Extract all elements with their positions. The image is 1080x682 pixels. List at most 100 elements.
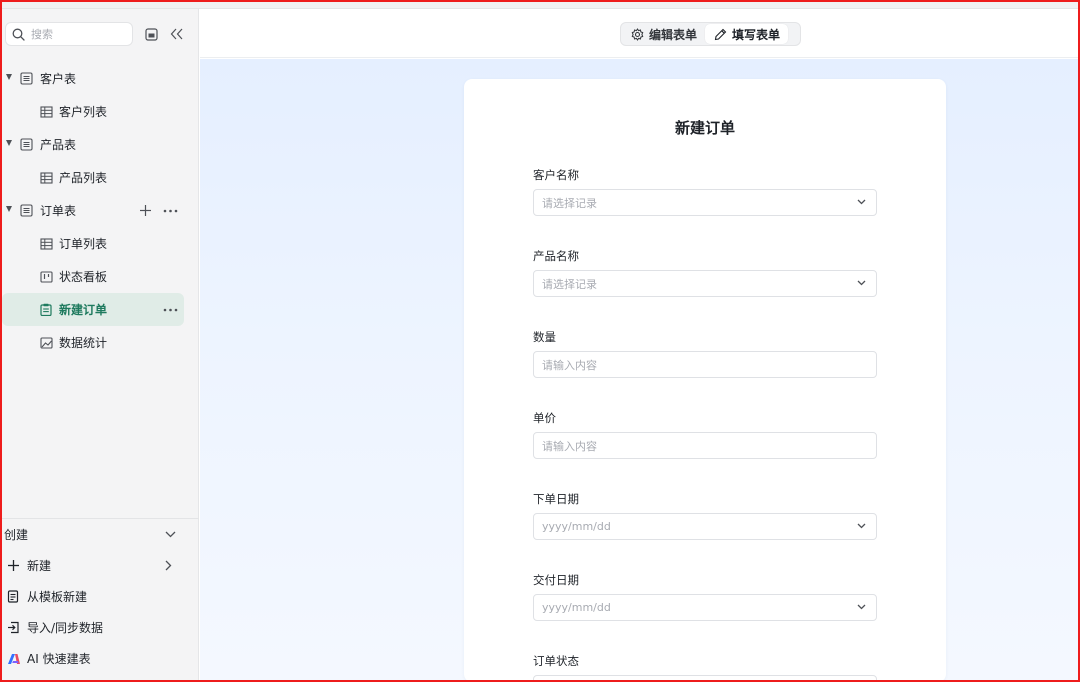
field-label: 下单日期 — [533, 492, 579, 506]
product-record-select[interactable]: 请选择记录 — [533, 270, 877, 297]
collapse-sidebar-icon[interactable] — [169, 26, 185, 42]
tree-label: 客户表 — [40, 72, 77, 86]
tree-view-product-list[interactable]: 产品列表 — [2, 161, 199, 194]
tree-view-order-list[interactable]: 订单列表 — [2, 227, 199, 260]
tree-label: 数据统计 — [59, 336, 108, 350]
unit-price-input[interactable]: 请输入内容 — [533, 432, 877, 459]
edit-form-label: 编辑表单 — [649, 27, 698, 42]
fill-form-label: 填写表单 — [732, 27, 781, 42]
field-delivery-date: 交付日期 yyyy/mm/dd — [533, 572, 877, 621]
form-icon — [40, 303, 52, 316]
search-input[interactable]: 搜索 — [5, 22, 133, 46]
table-tree: 客户表 客户列表 产品表 产品列表 订单表 订单列表 状态看板 新建订单 数据统… — [2, 62, 199, 359]
field-label: 产品名称 — [533, 249, 579, 263]
create-item-label: 从模板新建 — [27, 590, 88, 604]
tree-table-customer[interactable]: 客户表 — [2, 62, 199, 95]
field-label: 客户名称 — [533, 168, 579, 182]
tree-view-status-kanban[interactable]: 状态看板 — [2, 260, 199, 293]
tree-label: 产品列表 — [59, 171, 108, 185]
field-placeholder: yyyy/mm/dd — [542, 520, 611, 533]
chevron-down-icon — [857, 280, 866, 286]
field-quantity: 数量 请输入内容 — [533, 329, 877, 378]
table-doc-icon — [20, 204, 33, 217]
field-product-name: 产品名称 请选择记录 — [533, 248, 877, 297]
field-placeholder: yyyy/mm/dd — [542, 601, 611, 614]
form-card: 新建订单 客户名称 请选择记录 产品名称 请选择记录 数量 请输入内容 单价 请… — [464, 79, 946, 682]
field-placeholder: 请选择记录 — [542, 196, 597, 210]
ai-logo-icon — [7, 653, 21, 665]
delivery-date-picker[interactable]: yyyy/mm/dd — [533, 594, 877, 621]
fill-form-button[interactable]: 填写表单 — [705, 24, 789, 44]
table-doc-icon — [20, 138, 33, 151]
field-customer-name: 客户名称 请选择记录 — [533, 167, 877, 216]
field-order-date: 下单日期 yyyy/mm/dd — [533, 491, 877, 540]
expand-arrow-icon[interactable] — [6, 74, 12, 80]
create-item-label: 新建 — [27, 559, 52, 573]
search-placeholder: 搜索 — [31, 28, 53, 41]
create-title: 创建 — [4, 528, 29, 542]
tree-table-order[interactable]: 订单表 — [2, 194, 199, 227]
order-date-picker[interactable]: yyyy/mm/dd — [533, 513, 877, 540]
tree-view-new-order-form[interactable]: 新建订单 — [2, 293, 184, 326]
field-label: 订单状态 — [533, 654, 579, 668]
window-top-strip — [0, 0, 1080, 9]
tree-view-customer-list[interactable]: 客户列表 — [2, 95, 199, 128]
quantity-input[interactable]: 请输入内容 — [533, 351, 877, 378]
create-section-header[interactable]: 创建 — [2, 519, 199, 550]
form-header: 编辑表单 填写表单 — [200, 10, 1078, 58]
pencil-icon — [714, 28, 727, 41]
tree-table-product[interactable]: 产品表 — [2, 128, 199, 161]
chevron-down-icon — [857, 604, 866, 610]
tree-label: 订单列表 — [59, 237, 108, 251]
customer-record-select[interactable]: 请选择记录 — [533, 189, 877, 216]
kanban-icon — [40, 270, 53, 283]
field-label: 数量 — [533, 330, 556, 344]
sidebar-layout-icon[interactable] — [143, 26, 159, 42]
order-status-select[interactable] — [533, 675, 877, 682]
field-placeholder: 请输入内容 — [542, 439, 597, 453]
import-sync-item[interactable]: 导入/同步数据 — [2, 612, 199, 643]
chevron-down-icon — [857, 199, 866, 205]
gear-icon — [631, 27, 644, 41]
table-doc-icon — [20, 72, 33, 85]
more-icon[interactable] — [163, 308, 178, 312]
grid-view-icon — [40, 105, 53, 118]
expand-arrow-icon[interactable] — [6, 140, 12, 146]
import-icon — [7, 621, 20, 634]
sidebar: 搜索 客户表 客户列表 产品表 产品列表 订单表 订单列表 状态看板 新建订单 … — [2, 9, 199, 680]
field-label: 单价 — [533, 411, 556, 425]
plus-icon — [7, 559, 20, 572]
chart-image-icon — [40, 336, 53, 349]
create-from-template-item[interactable]: 从模板新建 — [2, 581, 199, 612]
create-item-label: AI 快速建表 — [27, 652, 91, 666]
form-title: 新建订单 — [674, 119, 735, 137]
field-label: 交付日期 — [533, 573, 579, 587]
form-mode-switch: 编辑表单 填写表单 — [620, 22, 801, 46]
search-icon — [12, 28, 25, 41]
grid-view-icon — [40, 171, 53, 184]
create-section: 创建 新建 从模板新建 导入/同步数据 AI 快速建表 — [2, 518, 199, 674]
expand-arrow-icon[interactable] — [6, 206, 12, 212]
more-icon[interactable] — [163, 209, 178, 213]
tree-label: 客户列表 — [59, 105, 108, 119]
chevron-down-icon — [857, 523, 866, 529]
tree-label: 产品表 — [40, 138, 77, 152]
create-new-item[interactable]: 新建 — [2, 550, 199, 581]
create-item-label: 导入/同步数据 — [27, 621, 104, 635]
field-placeholder: 请选择记录 — [542, 277, 597, 291]
form-canvas: 新建订单 客户名称 请选择记录 产品名称 请选择记录 数量 请输入内容 单价 请… — [200, 59, 1078, 682]
edit-form-button[interactable]: 编辑表单 — [622, 24, 705, 44]
field-order-status: 订单状态 — [533, 653, 877, 682]
tree-label: 新建订单 — [59, 303, 108, 317]
tree-label: 状态看板 — [59, 270, 108, 284]
chevron-right-icon — [165, 560, 172, 571]
ai-quick-table-item[interactable]: AI 快速建表 — [2, 643, 199, 674]
tree-label: 订单表 — [40, 204, 77, 218]
chevron-down-icon[interactable] — [165, 531, 176, 538]
field-unit-price: 单价 请输入内容 — [533, 410, 877, 459]
field-placeholder: 请输入内容 — [542, 358, 597, 372]
template-icon — [7, 590, 19, 603]
add-view-icon[interactable] — [139, 204, 152, 217]
tree-view-data-stats[interactable]: 数据统计 — [2, 326, 199, 359]
grid-view-icon — [40, 237, 53, 250]
